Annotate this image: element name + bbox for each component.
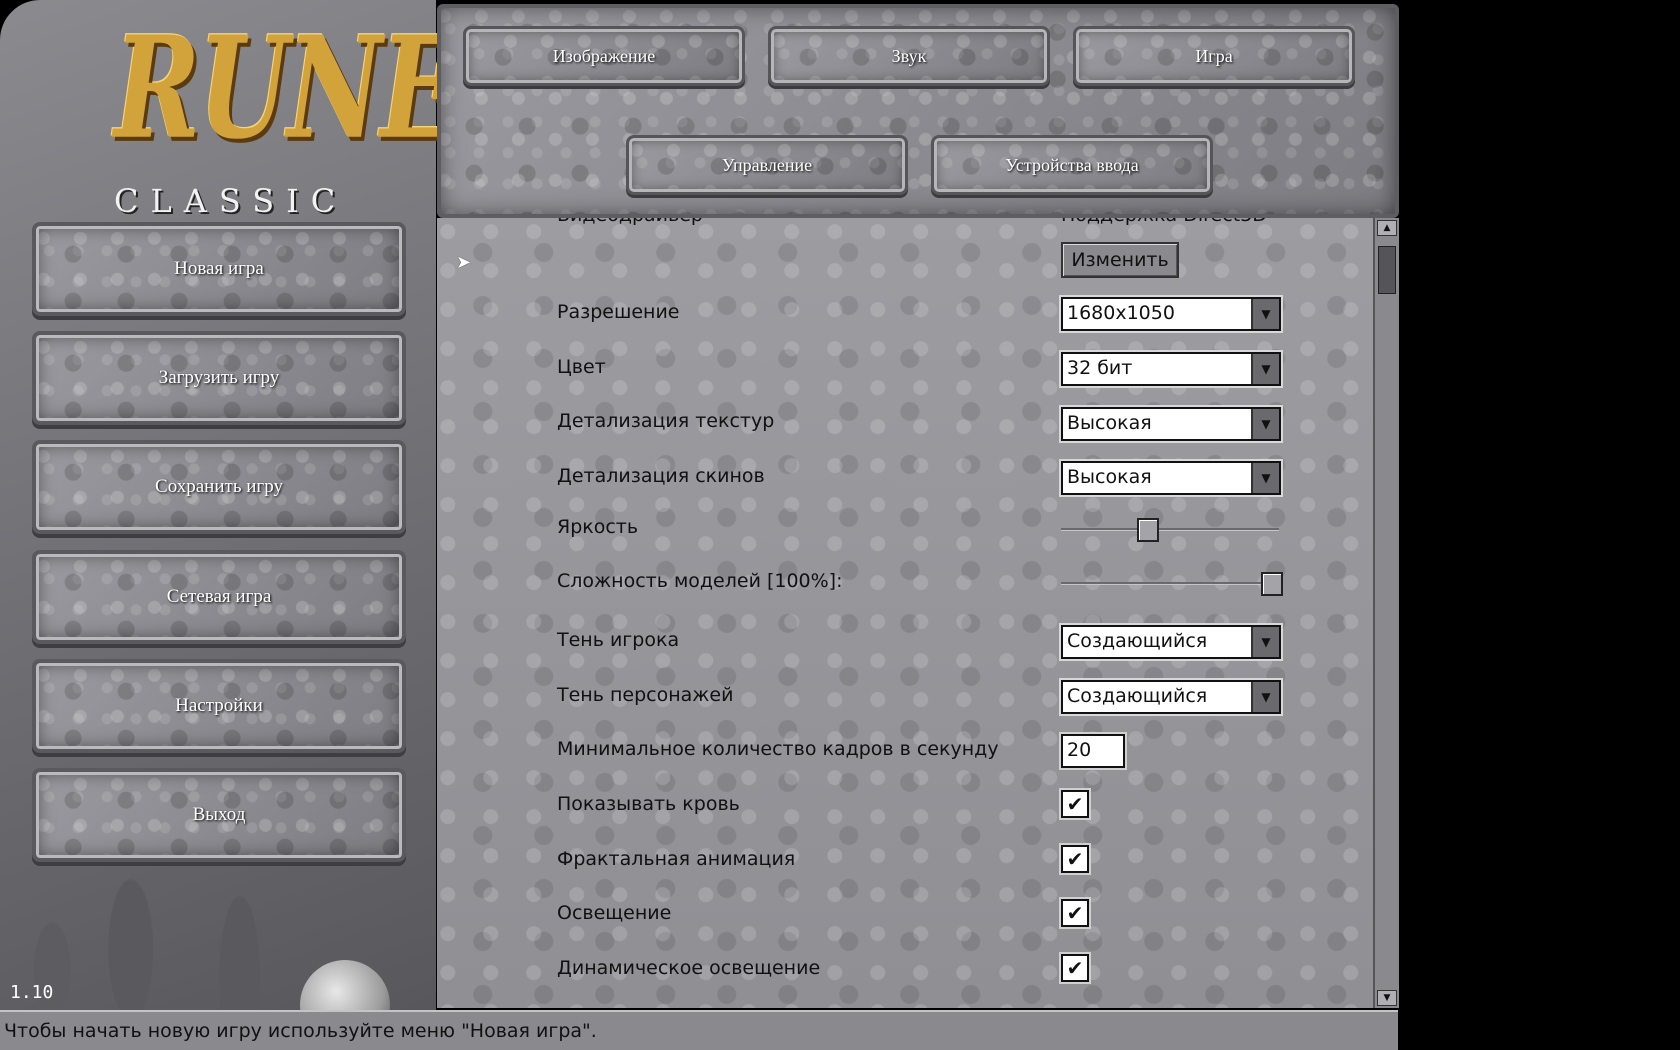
chevron-down-icon[interactable]: ▼ (1251, 354, 1279, 384)
settings-tab-panel: Изображение Звук Игра Управление Устройс… (437, 4, 1399, 218)
tab-sound[interactable]: Звук (768, 26, 1050, 86)
skin-detail-value: Высокая (1067, 466, 1152, 488)
scroll-down-icon[interactable]: ▼ (1377, 990, 1397, 1006)
multiplayer-button[interactable]: Сетевая игра (32, 550, 406, 644)
lighting-label: Освещение (557, 902, 672, 924)
tab-label: Звук (891, 45, 927, 66)
texture-detail-label: Детализация текстур (557, 410, 775, 432)
video-driver-label: Видеодрайвер (557, 218, 703, 226)
logo-title: RUNE (114, 4, 459, 171)
chevron-down-icon[interactable]: ▼ (1251, 627, 1279, 657)
model-complexity-slider[interactable] (1061, 572, 1283, 596)
version-label: 1.10 (10, 982, 54, 1003)
menu-label: Выход (192, 804, 246, 825)
player-shadow-dropdown[interactable]: Создающийся ▼ (1061, 625, 1281, 659)
load-game-button[interactable]: Загрузить игру (32, 331, 406, 425)
tab-display[interactable]: Изображение (463, 26, 745, 86)
rune-classic-logo: RUNE CLASSIC (100, 10, 459, 220)
min-fps-value: 20 (1067, 739, 1092, 761)
color-label: Цвет (557, 356, 606, 378)
texture-detail-dropdown[interactable]: Высокая ▼ (1061, 407, 1281, 441)
character-shadow-dropdown[interactable]: Создающийся ▼ (1061, 680, 1281, 714)
character-shadow-value: Создающийся (1067, 685, 1208, 707)
fractal-animation-checkbox[interactable]: ✔ (1061, 845, 1089, 873)
brightness-slider-thumb[interactable] (1137, 518, 1159, 542)
skin-detail-label: Детализация скинов (557, 465, 765, 487)
change-driver-button[interactable]: Изменить (1061, 242, 1179, 278)
brightness-slider[interactable] (1061, 518, 1279, 542)
tab-label: Управление (721, 154, 813, 175)
status-bar: Чтобы начать новую игру используйте меню… (0, 1010, 1398, 1050)
settings-button[interactable]: Настройки (32, 659, 406, 753)
logo-subtitle: CLASSIC (114, 182, 348, 220)
show-blood-checkbox[interactable]: ✔ (1061, 790, 1089, 818)
resolution-dropdown[interactable]: 1680x1050 ▼ (1061, 297, 1281, 331)
main-menu-panel: RUNE CLASSIC Новая игра Загрузить игру С… (0, 0, 459, 1050)
character-shadow-label: Тень персонажей (557, 684, 734, 706)
player-shadow-value: Создающийся (1067, 630, 1208, 652)
skin-detail-dropdown[interactable]: Высокая ▼ (1061, 461, 1281, 495)
brightness-label: Яркость (557, 516, 639, 538)
tab-label: Игра (1195, 45, 1233, 66)
menu-label: Новая игра (174, 258, 264, 279)
tab-controls[interactable]: Управление (626, 135, 908, 195)
exit-button[interactable]: Выход (32, 768, 406, 862)
mouse-cursor-icon: ➤ (456, 252, 472, 273)
menu-label: Сохранить игру (155, 476, 283, 497)
tab-game[interactable]: Игра (1073, 26, 1355, 86)
display-settings-pane: Видеодрайвер Поддержка Direct3D Изменить… (437, 218, 1373, 1008)
resolution-value: 1680x1050 (1067, 302, 1175, 324)
chevron-down-icon[interactable]: ▼ (1251, 682, 1279, 712)
model-complexity-label: Сложность моделей [100%]: (557, 570, 843, 592)
chevron-down-icon[interactable]: ▼ (1251, 409, 1279, 439)
texture-detail-value: Высокая (1067, 412, 1152, 434)
menu-label: Настройки (175, 695, 263, 716)
min-fps-input[interactable]: 20 (1061, 734, 1125, 768)
dynamic-lighting-checkbox[interactable]: ✔ (1061, 954, 1089, 982)
video-driver-value: Поддержка Direct3D (1061, 218, 1267, 226)
new-game-button[interactable]: Новая игра (32, 222, 406, 316)
scroll-up-icon[interactable]: ▲ (1377, 220, 1397, 236)
settings-scrollbar[interactable]: ▲ ▼ (1373, 218, 1399, 1008)
chevron-down-icon[interactable]: ▼ (1251, 299, 1279, 329)
tab-label: Устройства ввода (1005, 154, 1139, 175)
dynamic-lighting-label: Динамическое освещение (557, 957, 821, 979)
menu-label: Загрузить игру (158, 367, 280, 388)
lighting-checkbox[interactable]: ✔ (1061, 899, 1089, 927)
fractal-animation-label: Фрактальная анимация (557, 848, 796, 870)
color-depth-dropdown[interactable]: 32 бит ▼ (1061, 352, 1281, 386)
resolution-label: Разрешение (557, 301, 680, 323)
color-depth-value: 32 бит (1067, 357, 1133, 379)
show-blood-label: Показывать кровь (557, 793, 740, 815)
model-complexity-slider-thumb[interactable] (1261, 572, 1283, 596)
min-fps-label: Минимальное количество кадров в секунду (557, 738, 999, 760)
scrollbar-thumb[interactable] (1378, 246, 1396, 294)
tab-input-devices[interactable]: Устройства ввода (931, 135, 1213, 195)
player-shadow-label: Тень игрока (557, 629, 680, 651)
save-game-button[interactable]: Сохранить игру (32, 440, 406, 534)
chevron-down-icon[interactable]: ▼ (1251, 463, 1279, 493)
tab-label: Изображение (552, 45, 656, 66)
menu-label: Сетевая игра (166, 586, 272, 607)
